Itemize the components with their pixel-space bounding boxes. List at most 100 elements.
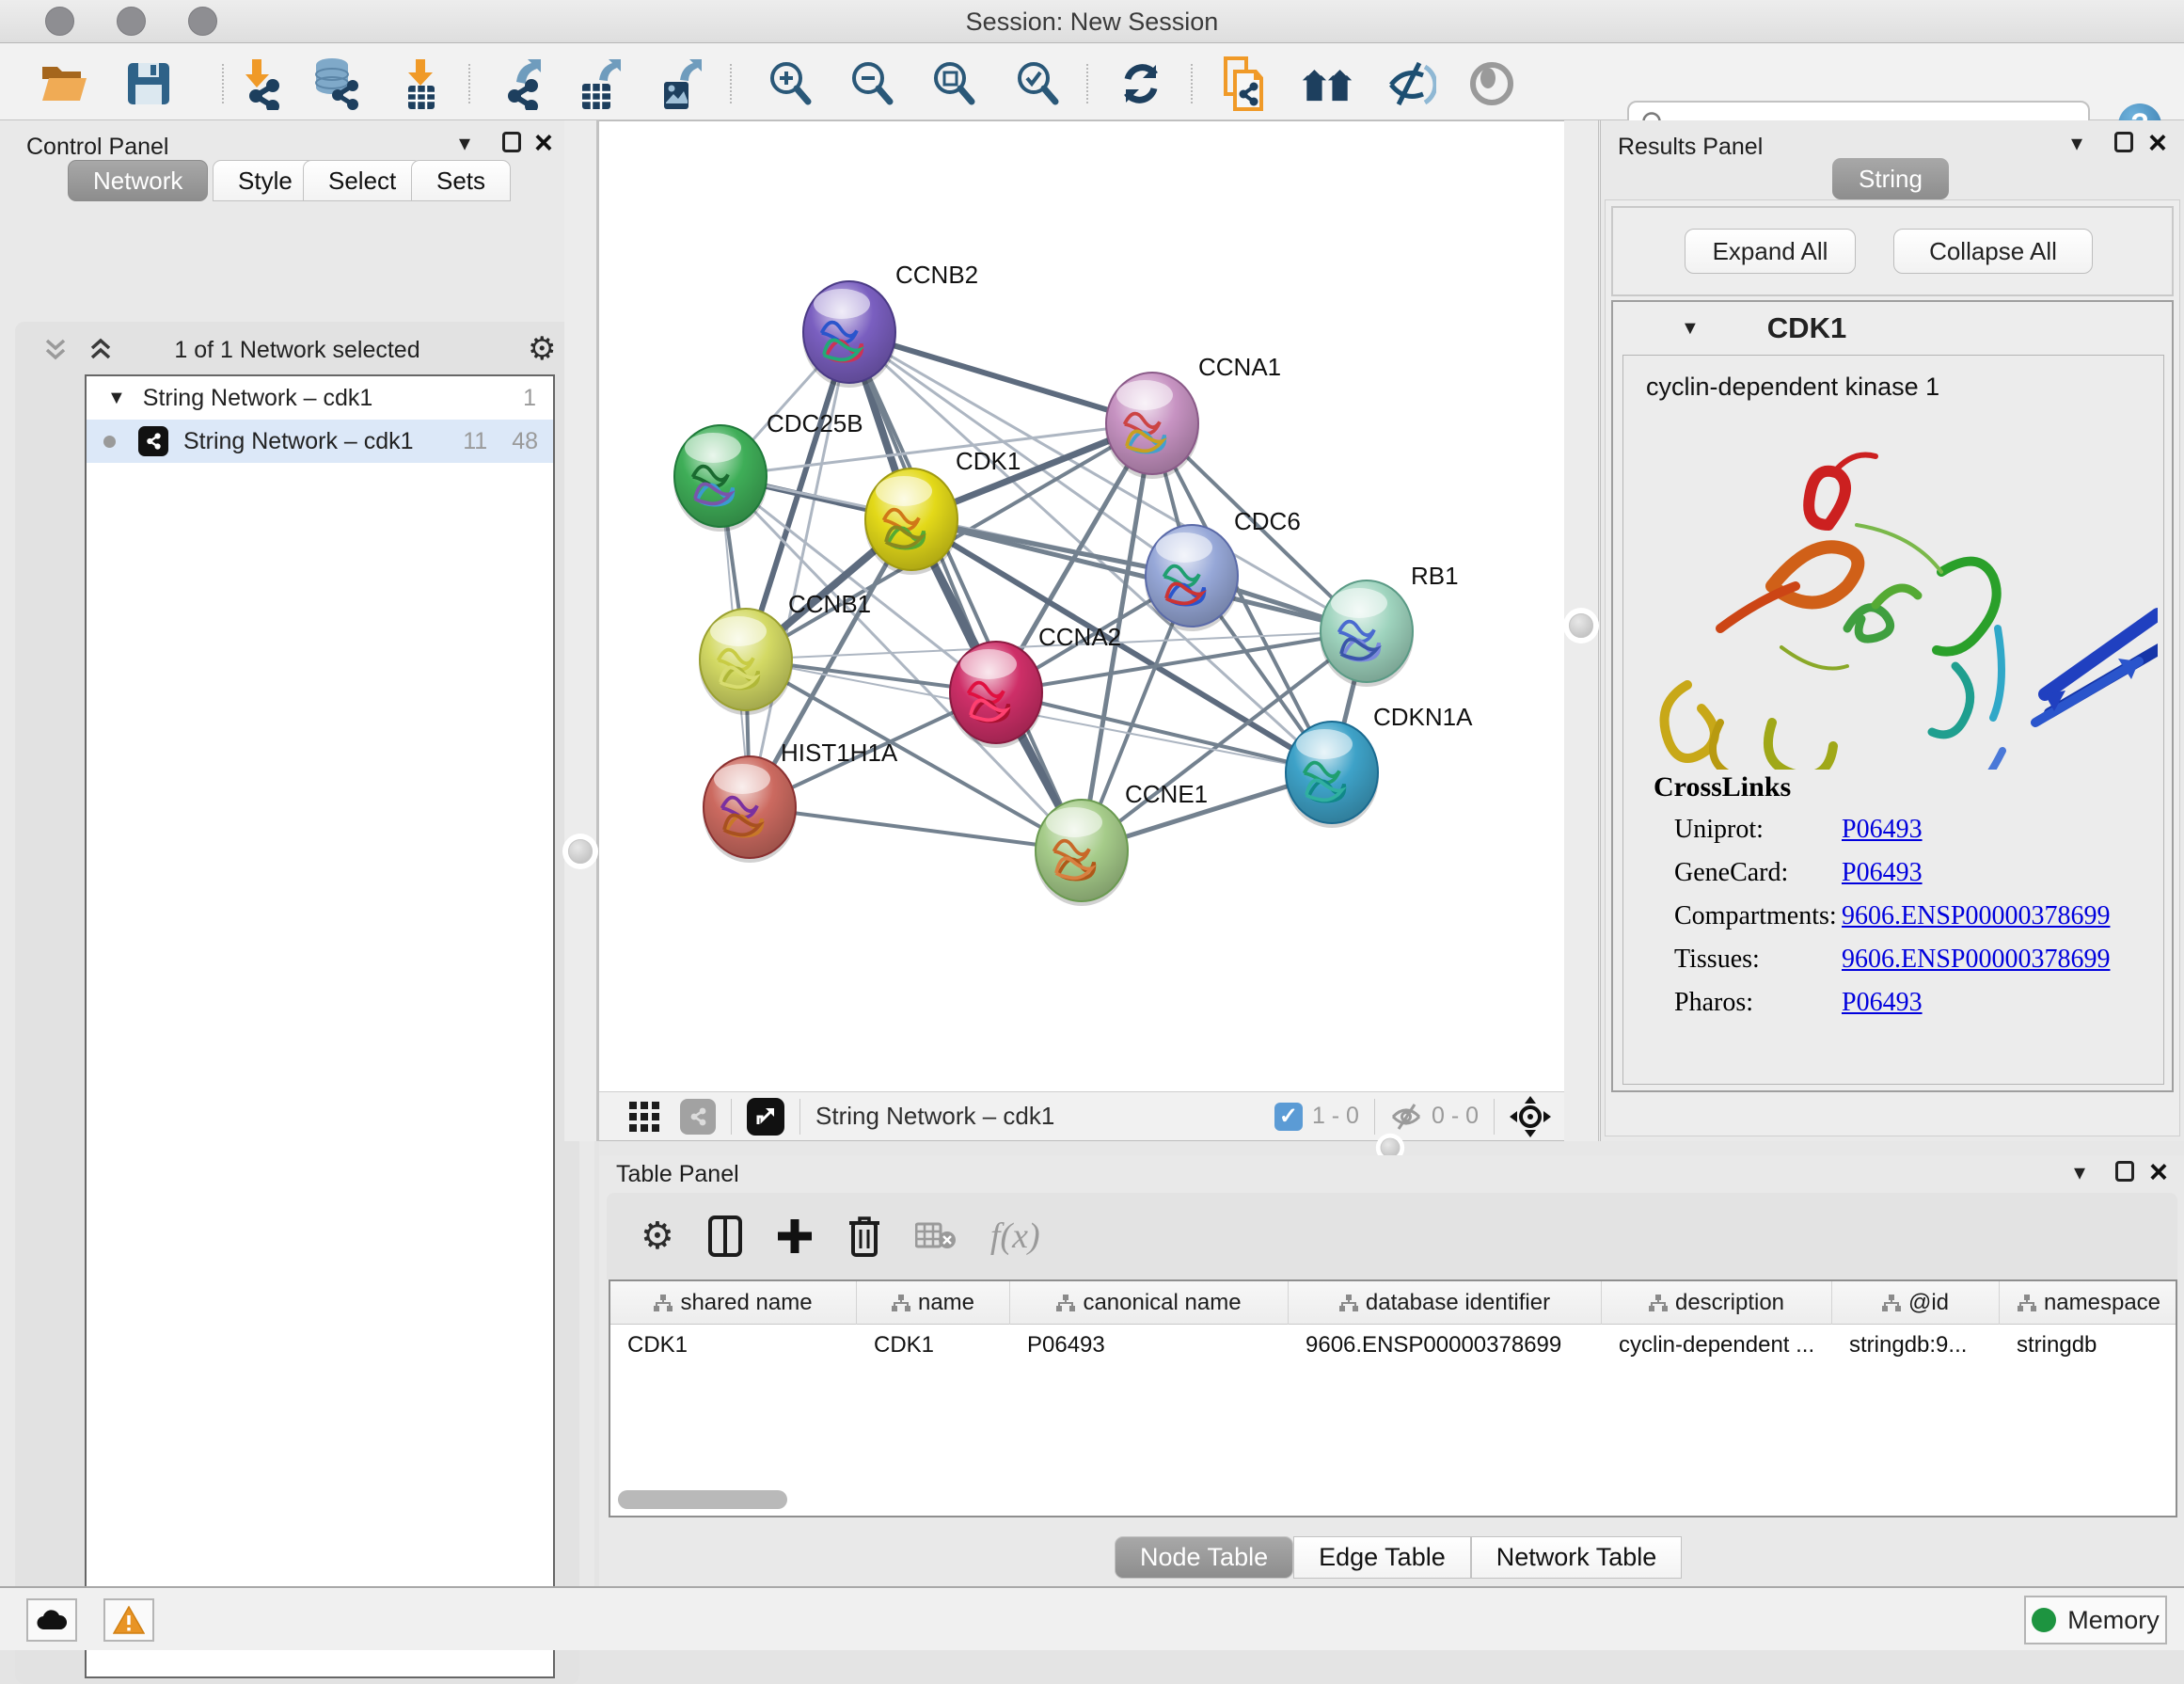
column-header-shared-name[interactable]: shared name: [610, 1281, 857, 1325]
import-table-icon[interactable]: [395, 57, 448, 110]
zoom-fit-icon[interactable]: [927, 57, 980, 110]
results-panel-close-icon[interactable]: ×: [2148, 133, 2167, 153]
save-session-icon[interactable]: [122, 57, 175, 110]
zoom-in-icon[interactable]: [764, 57, 816, 110]
column-header--id[interactable]: @id: [1832, 1281, 2000, 1325]
column-header-name[interactable]: name: [857, 1281, 1010, 1325]
network-node[interactable]: CCNA1: [1105, 353, 1281, 479]
export-image-icon[interactable]: [653, 57, 705, 110]
results-panel-float-icon[interactable]: [2114, 132, 2133, 152]
network-node[interactable]: CDKN1A: [1285, 703, 1473, 828]
clone-network-icon[interactable]: [1217, 57, 1270, 110]
node-table[interactable]: shared namenamecanonical namedatabase id…: [609, 1279, 2177, 1517]
function-builder-icon[interactable]: f(x): [990, 1215, 1040, 1257]
grid-view-icon[interactable]: [629, 1102, 659, 1132]
cloud-status-button[interactable]: [26, 1598, 77, 1642]
table-panel-collapse-icon[interactable]: ▾: [2074, 1159, 2085, 1186]
network-node[interactable]: CDC6: [1145, 507, 1301, 631]
table-cell[interactable]: CDK1: [857, 1325, 1010, 1366]
fit-content-target-icon[interactable]: [1510, 1096, 1551, 1137]
column-type-icon: [1882, 1295, 1901, 1311]
network-view-share-icon[interactable]: [680, 1099, 716, 1135]
string-node-scroll-area[interactable]: ▼ CDK1 cyclin-dependent kinase 1: [1611, 300, 2174, 1092]
control-panel-collapse-icon[interactable]: ▾: [459, 130, 470, 157]
zoom-out-icon[interactable]: [846, 57, 898, 110]
network-node[interactable]: CCNB1: [699, 590, 871, 715]
import-database-icon[interactable]: [309, 57, 361, 110]
show-panel-eye-icon[interactable]: [1465, 57, 1518, 110]
control-panel-float-icon[interactable]: [502, 132, 521, 152]
gene-collapse-triangle-icon[interactable]: ▼: [1681, 318, 1700, 340]
tab-network-table[interactable]: Network Table: [1471, 1536, 1683, 1579]
warning-status-button[interactable]: [103, 1598, 154, 1642]
network-node[interactable]: CCNE1: [1035, 780, 1208, 906]
tab-select[interactable]: Select: [303, 160, 421, 201]
network-collection-row[interactable]: ▼ String Network – cdk1 1: [87, 376, 553, 420]
network-view-title: String Network – cdk1: [815, 1102, 1054, 1131]
crosslink-link[interactable]: 9606.ENSP00000378699: [1842, 945, 2110, 975]
column-header-canonical-name[interactable]: canonical name: [1010, 1281, 1289, 1325]
network-edge[interactable]: [911, 519, 1367, 631]
crosslink-link[interactable]: P06493: [1842, 815, 1923, 845]
memory-button[interactable]: Memory: [2024, 1596, 2167, 1644]
tab-edge-table[interactable]: Edge Table: [1293, 1536, 1471, 1579]
table-panel-close-icon[interactable]: ×: [2149, 1162, 2168, 1183]
table-panel-float-icon[interactable]: [2115, 1161, 2134, 1182]
left-splitter[interactable]: [564, 120, 599, 1141]
table-cell[interactable]: 9606.ENSP00000378699: [1289, 1325, 1602, 1366]
table-cell[interactable]: stringdb: [2000, 1325, 2177, 1366]
collapse-all-button[interactable]: Collapse All: [1893, 229, 2093, 274]
network-edge[interactable]: [750, 807, 1082, 850]
bottom-splitter[interactable]: [599, 1141, 2184, 1155]
add-column-icon[interactable]: [776, 1217, 814, 1255]
gene-section-header[interactable]: ▼ CDK1: [1615, 306, 2168, 351]
tab-sets[interactable]: Sets: [411, 160, 511, 201]
network-options-gear-icon[interactable]: ⚙: [528, 333, 556, 365]
open-session-icon[interactable]: [38, 57, 90, 110]
network-row-selected[interactable]: String Network – cdk1 11 48: [87, 420, 553, 463]
column-header-description[interactable]: description: [1602, 1281, 1832, 1325]
crosslink-link[interactable]: 9606.ENSP00000378699: [1842, 901, 2110, 931]
tab-node-table[interactable]: Node Table: [1115, 1536, 1293, 1579]
network-node[interactable]: RB1: [1320, 562, 1459, 687]
table-cell[interactable]: stringdb:9...: [1832, 1325, 2000, 1366]
network-graph[interactable]: CCNB2CCNA1CDC25BCDK1CDC6RB1CCNB1CCNA2CDK…: [599, 121, 1564, 1092]
crosslink-link[interactable]: P06493: [1842, 988, 1923, 1018]
export-network-icon[interactable]: [492, 57, 545, 110]
hidden-eye-slash-icon[interactable]: [1390, 1103, 1422, 1131]
right-splitter-handle[interactable]: [1569, 613, 1593, 638]
show-columns-icon[interactable]: [708, 1215, 742, 1257]
toolbar-separator: [1191, 64, 1193, 103]
crosslink-link[interactable]: P06493: [1842, 858, 1923, 888]
right-splitter[interactable]: [1564, 120, 1601, 1141]
birdseye-view-icon[interactable]: [747, 1098, 784, 1136]
collapse-triangle-icon[interactable]: ▼: [107, 388, 126, 409]
column-header-namespace[interactable]: namespace: [2000, 1281, 2177, 1325]
left-splitter-handle[interactable]: [568, 839, 593, 864]
control-panel-close-icon[interactable]: ×: [534, 133, 553, 153]
selected-checkbox-icon[interactable]: ✓: [1274, 1103, 1303, 1131]
network-canvas[interactable]: CCNB2CCNA1CDC25BCDK1CDC6RB1CCNB1CCNA2CDK…: [599, 120, 1564, 1091]
zoom-selected-icon[interactable]: [1011, 57, 1064, 110]
network-node[interactable]: HIST1H1A: [703, 739, 898, 863]
tab-string[interactable]: String: [1832, 158, 1949, 199]
refresh-icon[interactable]: [1115, 57, 1167, 110]
delete-table-icon[interactable]: [915, 1221, 957, 1251]
export-table-icon[interactable]: [572, 57, 625, 110]
table-settings-icon[interactable]: ⚙: [641, 1217, 674, 1255]
column-header-database-identifier[interactable]: database identifier: [1289, 1281, 1602, 1325]
expand-all-button[interactable]: Expand All: [1685, 229, 1856, 274]
home-icon[interactable]: [1301, 57, 1353, 110]
network-edge[interactable]: [849, 332, 1082, 850]
tab-network[interactable]: Network: [68, 160, 208, 201]
delete-column-icon[interactable]: [847, 1215, 881, 1257]
hide-panel-eye-icon[interactable]: [1384, 57, 1436, 110]
network-node[interactable]: CDK1: [864, 447, 1021, 575]
results-panel-collapse-icon[interactable]: ▾: [2071, 130, 2082, 157]
network-edge[interactable]: [750, 332, 849, 807]
table-cell[interactable]: cyclin-dependent ...: [1602, 1325, 1832, 1366]
table-cell[interactable]: P06493: [1010, 1325, 1289, 1366]
table-cell[interactable]: CDK1: [610, 1325, 857, 1366]
import-network-icon[interactable]: [229, 57, 282, 110]
horizontal-scrollbar[interactable]: [618, 1490, 787, 1509]
